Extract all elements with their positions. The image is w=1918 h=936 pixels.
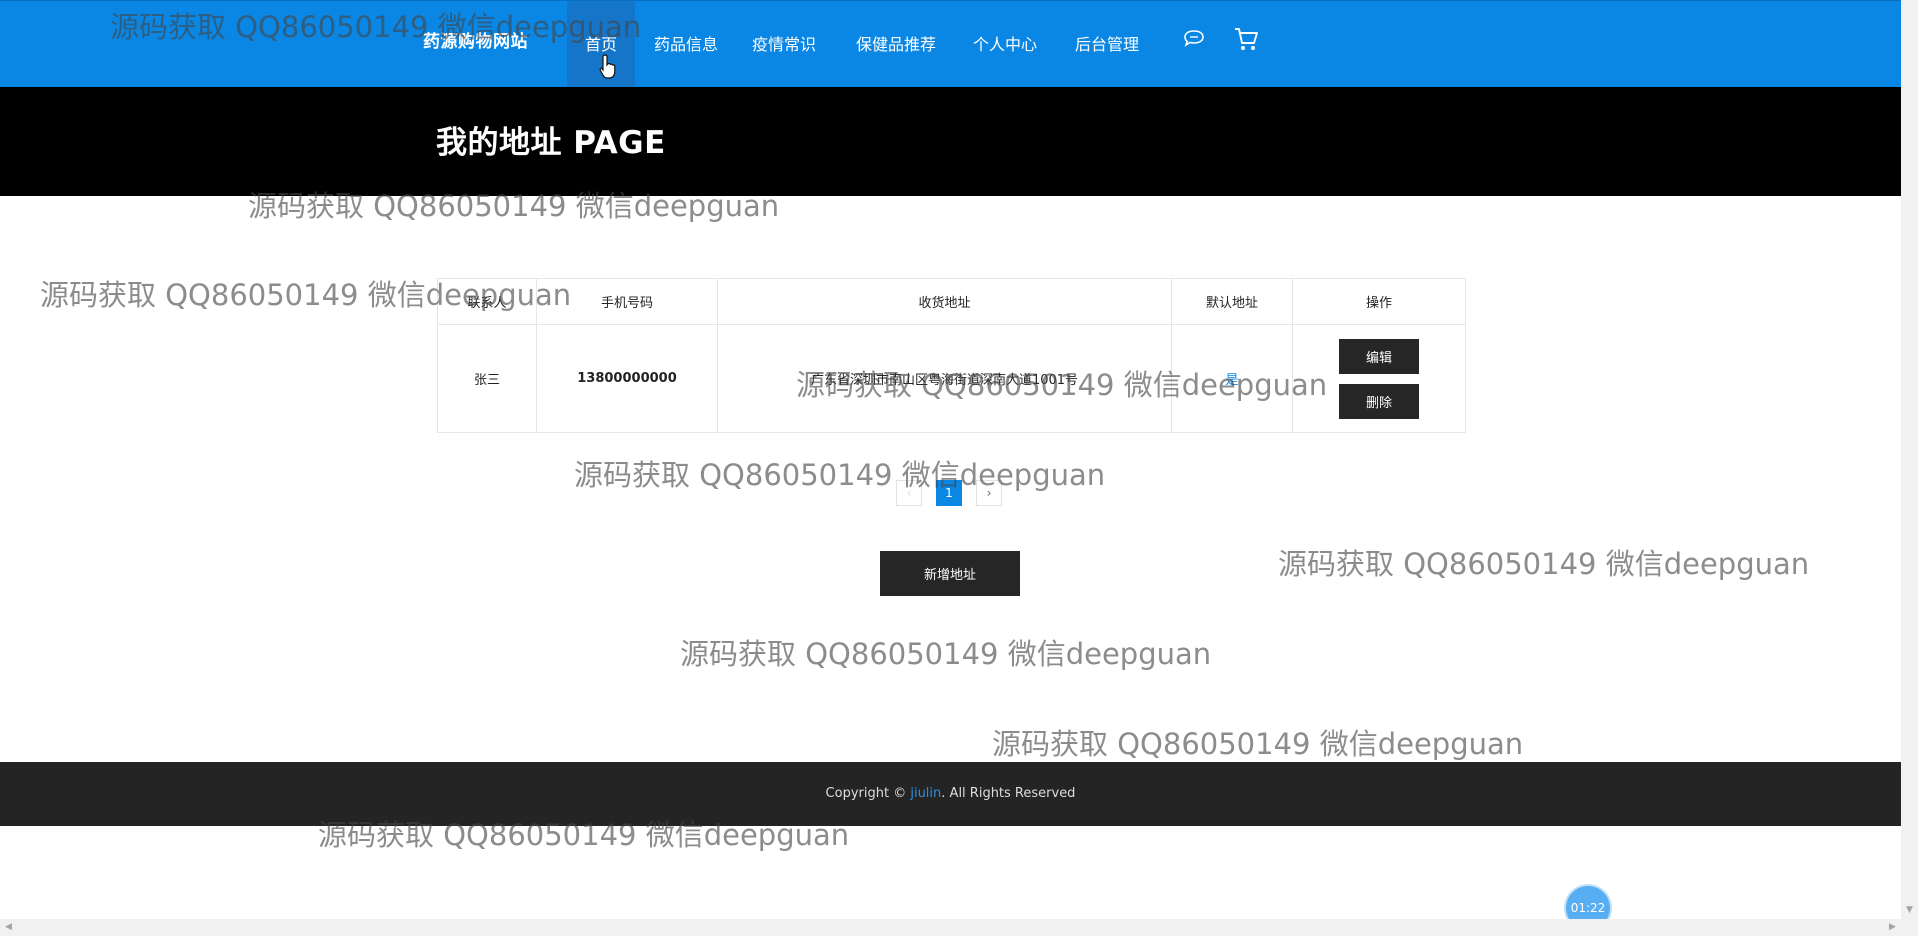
page-title: 我的地址 PAGE: [436, 125, 666, 161]
top-navbar: 药源购物网站 首页 药品信息 疫情常识 保健品推荐 个人中心 后台管理: [0, 0, 1901, 88]
cell-address: 广东省深圳市南山区粤海街道深南大道1001号: [717, 324, 1172, 433]
column-header-contact: 联系人: [437, 278, 537, 325]
table-row: 张三 13800000000 广东省深圳市南山区粤海街道深南大道1001号 是 …: [437, 324, 1466, 433]
mouse-cursor-icon: [599, 54, 619, 84]
delete-button[interactable]: 删除: [1339, 383, 1419, 419]
cell-phone: 13800000000: [536, 324, 718, 433]
edit-button[interactable]: 编辑: [1339, 338, 1419, 374]
nav-personal-center[interactable]: 个人中心: [969, 1, 1041, 88]
horizontal-scrollbar[interactable]: ◀ ▶: [0, 919, 1918, 936]
prev-page-button[interactable]: ‹: [896, 480, 922, 506]
watermark-text: 源码获取 QQ86050149 微信deepguan: [992, 727, 1524, 761]
chat-icon[interactable]: [1182, 29, 1206, 53]
site-brand[interactable]: 药源购物网站: [423, 27, 528, 52]
address-table: 联系人 手机号码 收货地址 默认地址 操作 张三 13800000000 广东省…: [437, 278, 1466, 433]
watermark-text: 源码获取 QQ86050149 微信deepguan: [574, 458, 1106, 492]
footer-link[interactable]: jiulin: [910, 786, 941, 801]
column-header-default: 默认地址: [1171, 278, 1293, 325]
column-header-address: 收货地址: [717, 278, 1172, 325]
nav-epidemic-knowledge[interactable]: 疫情常识: [748, 1, 820, 88]
scroll-down-arrow-icon[interactable]: ▼: [1901, 902, 1918, 919]
column-header-actions: 操作: [1292, 278, 1466, 325]
table-header-row: 联系人 手机号码 收货地址 默认地址 操作: [437, 278, 1466, 325]
nav-admin[interactable]: 后台管理: [1071, 1, 1143, 88]
column-header-phone: 手机号码: [536, 278, 718, 325]
cell-contact: 张三: [437, 324, 537, 433]
next-page-button[interactable]: ›: [976, 480, 1002, 506]
nav-health-products[interactable]: 保健品推荐: [852, 1, 940, 88]
page: 药源购物网站 首页 药品信息 疫情常识 保健品推荐 个人中心 后台管理 我的地址…: [0, 0, 1901, 936]
watermark-text: 源码获取 QQ86050149 微信deepguan: [680, 637, 1212, 671]
page-banner: 我的地址 PAGE: [0, 87, 1901, 196]
nav-drug-info[interactable]: 药品信息: [650, 1, 722, 88]
scroll-left-arrow-icon[interactable]: ◀: [0, 919, 17, 936]
add-address-button[interactable]: 新增地址: [880, 551, 1020, 596]
footer-copyright-prefix: Copyright ©: [825, 786, 911, 801]
page-1-button[interactable]: 1: [936, 480, 962, 506]
scroll-right-arrow-icon[interactable]: ▶: [1884, 919, 1901, 936]
footer-copyright-suffix: . All Rights Reserved: [941, 786, 1076, 801]
watermark-text: 源码获取 QQ86050149 微信deepguan: [1278, 547, 1810, 581]
cart-icon[interactable]: [1233, 26, 1259, 56]
cell-default-flag: 是: [1171, 324, 1293, 433]
vertical-scrollbar[interactable]: ▼: [1901, 0, 1918, 919]
footer: Copyright © jiulin. All Rights Reserved: [0, 762, 1901, 826]
cell-actions: 编辑 删除: [1292, 324, 1466, 433]
